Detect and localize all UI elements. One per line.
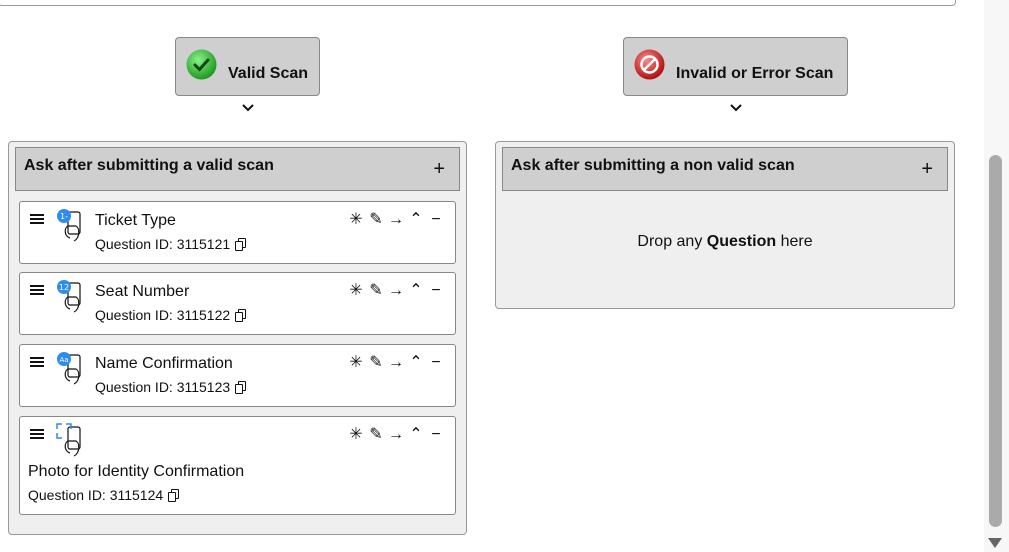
question-card[interactable]: Aa Name Confirmation Question ID: 311512… (19, 344, 456, 407)
question-id-text: Question ID: 3115123 (95, 379, 231, 395)
drag-handle-icon[interactable] (30, 285, 44, 297)
top-panel-edge (0, 0, 956, 6)
invalid-column-title: Ask after submitting a non valid scan (511, 157, 795, 174)
drag-handle-icon[interactable] (30, 357, 44, 369)
question-id-text: Question ID: 3115121 (95, 236, 231, 252)
remove-minus-icon[interactable]: − (427, 282, 445, 300)
question-actions: ✳ ✎ → ⌃ − (347, 211, 445, 229)
invalid-column-header: Ask after submitting a non valid scan + (502, 147, 948, 191)
drag-handle-icon[interactable] (30, 429, 44, 441)
drop-zone-text[interactable]: Drop any Question here (496, 233, 954, 251)
valid-check-icon (186, 49, 217, 80)
valid-chevron-down-icon[interactable] (240, 100, 256, 114)
edit-pencil-icon[interactable]: ✎ (367, 354, 385, 372)
question-actions: ✳ ✎ → ⌃ − (347, 282, 445, 300)
question-actions: ✳ ✎ → ⌃ − (347, 354, 445, 372)
edit-pencil-icon[interactable]: ✎ (367, 282, 385, 300)
question-id: Question ID: 3115123 (95, 379, 247, 395)
drag-handle-icon[interactable] (30, 214, 44, 226)
remove-minus-icon[interactable]: − (427, 354, 445, 372)
question-id-text: Question ID: 3115124 (28, 487, 164, 503)
icon-badge: Aa (59, 356, 68, 364)
text-input-icon: Aa (57, 352, 81, 385)
scrollbar-thumb[interactable] (989, 155, 1002, 527)
drop-prefix: Drop any (637, 233, 707, 250)
valid-scan-label: Valid Scan (228, 65, 309, 82)
drop-suffix: here (776, 233, 813, 250)
valid-column-header: Ask after submitting a valid scan + (15, 147, 460, 191)
collapse-caret-icon[interactable]: ⌃ (407, 354, 425, 372)
remove-minus-icon[interactable]: − (427, 211, 445, 229)
icon-badge: 12 (59, 283, 69, 292)
required-asterisk-icon[interactable]: ✳ (347, 426, 365, 444)
icon-badge: 1- (60, 212, 68, 221)
remove-minus-icon[interactable]: − (427, 426, 445, 444)
copy-icon[interactable] (235, 238, 247, 251)
question-title: Name Confirmation (95, 355, 233, 372)
question-title: Photo for Identity Confirmation (28, 463, 245, 480)
copy-icon[interactable] (168, 489, 180, 502)
question-card[interactable]: 1- Ticket Type Question ID: 3115121 ✳ ✎ … (19, 201, 456, 264)
question-title: Seat Number (95, 283, 190, 300)
scroll-down-arrow-icon[interactable] (988, 538, 1002, 548)
valid-scan-button[interactable]: Valid Scan (175, 37, 320, 96)
invalid-questions-column: Ask after submitting a non valid scan + … (495, 141, 955, 309)
vertical-scrollbar[interactable] (984, 0, 1009, 552)
invalid-block-icon (634, 49, 665, 80)
edit-pencil-icon[interactable]: ✎ (367, 426, 385, 444)
collapse-caret-icon[interactable]: ⌃ (407, 426, 425, 444)
required-asterisk-icon[interactable]: ✳ (347, 211, 365, 229)
valid-questions-column: Ask after submitting a valid scan + 1- T… (8, 141, 467, 535)
question-card[interactable]: 12 Seat Number Question ID: 3115122 ✳ ✎ … (19, 272, 456, 335)
question-card[interactable]: Photo for Identity Confirmation Question… (19, 416, 456, 515)
question-id: Question ID: 3115124 (28, 487, 180, 503)
question-id-text: Question ID: 3115122 (95, 307, 231, 323)
question-title: Ticket Type (95, 212, 176, 229)
drop-bold: Question (706, 233, 777, 250)
required-asterisk-icon[interactable]: ✳ (347, 354, 365, 372)
valid-column-title: Ask after submitting a valid scan (24, 157, 274, 174)
branch-arrow-icon[interactable]: → (387, 426, 405, 444)
invalid-scan-label: Invalid or Error Scan (676, 65, 834, 82)
list-choice-icon: 1- (57, 209, 81, 242)
collapse-caret-icon[interactable]: ⌃ (407, 211, 425, 229)
copy-icon[interactable] (235, 381, 247, 394)
number-input-icon: 12 (57, 280, 81, 313)
invalid-chevron-down-icon[interactable] (728, 100, 744, 114)
edit-pencil-icon[interactable]: ✎ (367, 211, 385, 229)
add-question-button[interactable]: + (433, 159, 445, 179)
question-id: Question ID: 3115122 (95, 307, 247, 323)
invalid-scan-button[interactable]: Invalid or Error Scan (623, 37, 848, 96)
add-question-button[interactable]: + (921, 159, 933, 179)
collapse-caret-icon[interactable]: ⌃ (407, 282, 425, 300)
question-actions: ✳ ✎ → ⌃ − (347, 426, 445, 444)
question-id: Question ID: 3115121 (95, 236, 247, 252)
required-asterisk-icon[interactable]: ✳ (347, 282, 365, 300)
branch-arrow-icon[interactable]: → (387, 211, 405, 229)
branch-arrow-icon[interactable]: → (387, 282, 405, 300)
copy-icon[interactable] (235, 309, 247, 322)
branch-arrow-icon[interactable]: → (387, 354, 405, 372)
photo-capture-icon (56, 423, 81, 457)
